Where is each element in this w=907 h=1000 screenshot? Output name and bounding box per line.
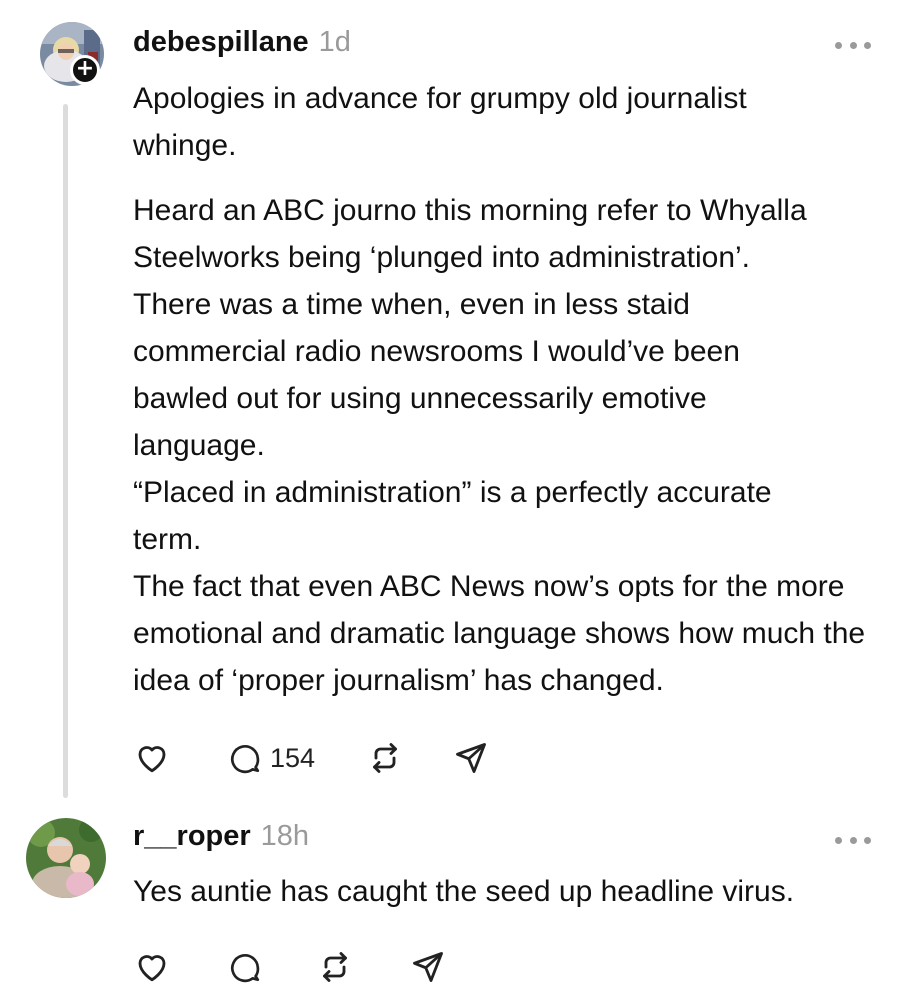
share-icon bbox=[453, 740, 489, 776]
post: r__roper 18h Yes auntie has caught the s… bbox=[0, 800, 907, 1000]
post-header: debespillane 1d bbox=[133, 26, 351, 66]
follow-plus-icon[interactable]: + bbox=[70, 55, 100, 85]
reply-button[interactable]: 154 bbox=[228, 741, 315, 775]
paragraph: Apologies in advance for grumpy old jour… bbox=[133, 82, 747, 162]
paragraph: The fact that even ABC News now’s opts f… bbox=[133, 570, 866, 697]
like-button[interactable] bbox=[133, 740, 171, 776]
post: + debespillane 1d Apologies in advance f… bbox=[0, 0, 907, 800]
timestamp: 18h bbox=[260, 820, 310, 852]
post-text: Apologies in advance for grumpy old jour… bbox=[133, 75, 883, 704]
thread-line bbox=[63, 104, 68, 798]
paragraph: Heard an ABC journo this morning refer t… bbox=[133, 194, 807, 274]
comment-icon bbox=[228, 741, 262, 775]
more-icon[interactable] bbox=[835, 833, 871, 847]
action-bar: 154 bbox=[133, 733, 489, 783]
post-header: r__roper 18h bbox=[133, 820, 309, 860]
heart-icon bbox=[133, 949, 171, 985]
repost-icon bbox=[367, 740, 403, 776]
share-button[interactable] bbox=[453, 740, 489, 776]
post-text: Yes auntie has caught the seed up headli… bbox=[133, 868, 883, 915]
heart-icon bbox=[133, 740, 171, 776]
username[interactable]: debespillane bbox=[133, 26, 309, 59]
paragraph: “Placed in administration” is a perfectl… bbox=[133, 476, 772, 556]
repost-button[interactable] bbox=[317, 949, 353, 985]
reply-button[interactable] bbox=[228, 950, 262, 984]
reply-count: 154 bbox=[270, 742, 316, 773]
avatar[interactable] bbox=[26, 818, 106, 898]
timestamp: 1d bbox=[318, 26, 351, 58]
repost-button[interactable] bbox=[367, 740, 403, 776]
like-button[interactable] bbox=[133, 949, 171, 985]
paragraph: Yes auntie has caught the seed up headli… bbox=[133, 875, 795, 908]
share-button[interactable] bbox=[410, 949, 446, 985]
comment-icon bbox=[228, 950, 262, 984]
action-bar bbox=[133, 942, 446, 992]
username[interactable]: r__roper bbox=[133, 820, 251, 853]
repost-icon bbox=[317, 949, 353, 985]
more-icon[interactable] bbox=[835, 38, 871, 52]
paragraph: There was a time when, even in less stai… bbox=[133, 288, 740, 462]
share-icon bbox=[410, 949, 446, 985]
